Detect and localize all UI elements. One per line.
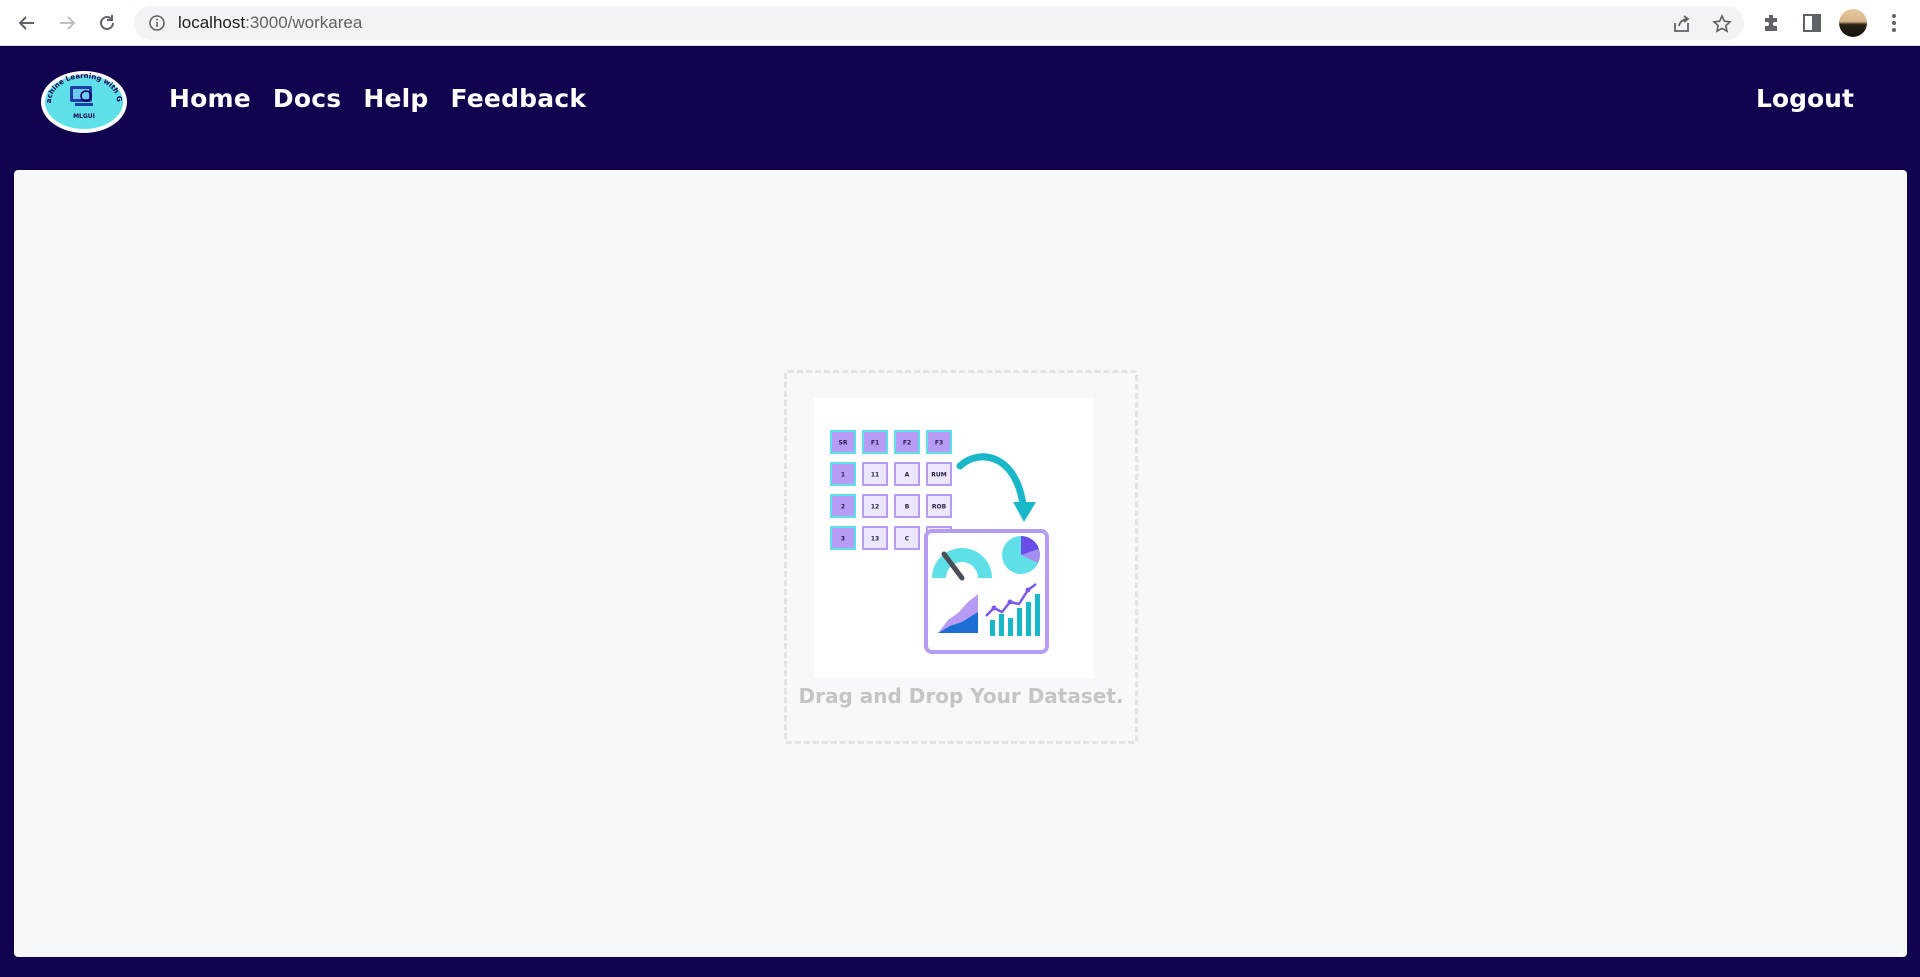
- back-icon[interactable]: [13, 9, 41, 37]
- browser-toolbar: localhost:3000/workarea: [0, 0, 1920, 46]
- url-host: localhost: [178, 13, 246, 32]
- illustration-table-text: C: [905, 536, 910, 543]
- dropzone-instructions: Drag and Drop Your Dataset.: [798, 684, 1124, 708]
- work-area: SRF1F2F3111ARUM212BROB313CJON: [14, 170, 1907, 957]
- profile-avatar[interactable]: [1839, 9, 1867, 37]
- address-bar[interactable]: localhost:3000/workarea: [134, 6, 1744, 40]
- illustration-table-text: 2: [841, 504, 845, 511]
- illustration-table-text: B: [905, 504, 910, 511]
- illustration-table-text: F3: [935, 440, 943, 447]
- dataset-dropzone[interactable]: SRF1F2F3111ARUM212BROB313CJON: [784, 370, 1138, 744]
- nav-feedback[interactable]: Feedback: [451, 84, 587, 113]
- illustration-table-text: 1: [841, 472, 845, 479]
- illustration-table-text: A: [905, 472, 910, 479]
- illustration-table-text: ROB: [932, 504, 947, 511]
- site-info-icon[interactable]: [148, 14, 166, 32]
- nav-docs[interactable]: Docs: [273, 84, 341, 113]
- illustration-table-text: 11: [871, 472, 879, 479]
- menu-kebab-icon[interactable]: [1883, 12, 1905, 34]
- logout-link[interactable]: Logout: [1756, 84, 1854, 113]
- illustration-table-text: 3: [841, 536, 845, 543]
- url-path: :3000/workarea: [245, 13, 363, 32]
- main-nav: Home Docs Help Feedback: [169, 84, 586, 113]
- logo-name-text: MLGUI: [73, 113, 95, 120]
- illustration-table-text: F1: [871, 440, 879, 447]
- app-logo[interactable]: Machine Learning with GUI MLGUI: [36, 64, 129, 134]
- illustration-table-text: SR: [839, 440, 848, 447]
- bookmark-star-icon[interactable]: [1712, 14, 1732, 34]
- side-panel-icon[interactable]: [1801, 12, 1823, 34]
- forward-icon[interactable]: [53, 9, 81, 37]
- nav-help[interactable]: Help: [363, 84, 428, 113]
- app-header: Machine Learning with GUI MLGUI Home Doc…: [0, 46, 1920, 170]
- illustration-table-text: 12: [871, 504, 879, 511]
- illustration-table-text: F2: [903, 440, 911, 447]
- nav-home[interactable]: Home: [169, 84, 251, 113]
- dataset-illustration: SRF1F2F3111ARUM212BROB313CJON: [814, 398, 1094, 678]
- reload-icon[interactable]: [93, 9, 121, 37]
- url-text: localhost:3000/workarea: [178, 13, 362, 33]
- illustration-table-text: 13: [871, 536, 879, 543]
- share-icon[interactable]: [1672, 14, 1692, 34]
- illustration-table-text: RUM: [931, 472, 946, 479]
- extensions-icon[interactable]: [1761, 12, 1783, 34]
